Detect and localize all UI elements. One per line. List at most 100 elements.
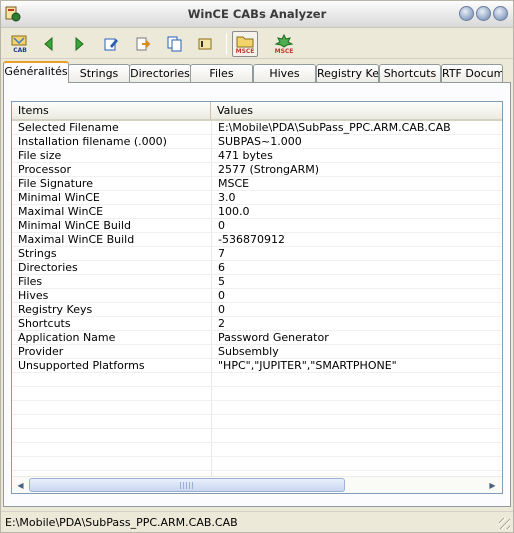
tab-panel-generalites: Items Values Selected Filename E:\Mobile\… [3,82,511,507]
forward-button[interactable] [67,32,91,56]
scrollbar-grip [180,482,194,489]
svg-text:MSCE: MSCE [236,48,255,55]
item-cell: Maximal WinCE Build [18,233,135,246]
value-cell: Password Generator [218,331,329,344]
item-cell: Installation filename (.000) [18,135,167,148]
tab-shortcuts[interactable]: Shortcuts [379,64,441,83]
column-header-items[interactable]: Items [12,102,211,121]
scroll-left-icon[interactable]: ◀ [13,478,28,493]
value-cell: 7 [218,247,225,260]
msce-run-button[interactable]: MSCE [271,32,297,56]
edit-icon [104,38,118,51]
table-row[interactable]: Application Name Password Generator [12,331,502,345]
status-text: E:\Mobile\PDA\SubPass_PPC.ARM.CAB.CAB [5,516,238,529]
value-cell: 5 [218,275,225,288]
table-row[interactable]: Directories 6 [12,261,502,275]
horizontal-scrollbar[interactable]: ◀ ▶ [12,476,502,493]
item-cell: Files [18,275,43,288]
tab-hives[interactable]: Hives [253,64,316,83]
table-row[interactable]: Registry Keys 0 [12,303,502,317]
empty-row [12,387,502,401]
table-row[interactable]: Processor 2577 (StrongARM) [12,163,502,177]
empty-row [12,443,502,457]
table-row[interactable]: Provider Subsembly [12,345,502,359]
value-cell: E:\Mobile\PDA\SubPass_PPC.ARM.CAB.CAB [218,121,451,134]
table-row[interactable]: Installation filename (.000) SUBPAS~1.000 [12,135,502,149]
tab-generalites[interactable]: Généralités [3,61,69,83]
empty-row [12,457,502,471]
tab-registry-keys[interactable]: Registry Keys [316,64,379,83]
table-row[interactable]: Files 5 [12,275,502,289]
svg-text:MSCE: MSCE [275,48,294,55]
close-button[interactable] [493,6,508,21]
item-cell: Unsupported Platforms [18,359,145,372]
table-row[interactable]: Shortcuts 2 [12,317,502,331]
table-row[interactable]: Maximal WinCE Build -536870912 [12,233,502,247]
item-cell: File size [18,149,62,162]
edit-button[interactable] [99,32,123,56]
table-row[interactable]: Maximal WinCE 100.0 [12,205,502,219]
export-icon [136,37,151,51]
maximize-button[interactable] [476,6,491,21]
title-bar[interactable]: WinCE CABs Analyzer [1,1,513,28]
tab-strip: Généralités Strings Directories Files Hi… [1,61,513,83]
export-button[interactable] [131,32,155,56]
table-row[interactable]: File Signature MSCE [12,177,502,191]
value-cell: SUBPAS~1.000 [218,135,302,148]
copy-button[interactable] [163,32,187,56]
forward-arrow-icon [75,36,84,52]
empty-row [12,401,502,415]
back-arrow-icon [44,36,53,52]
item-cell: Shortcuts [18,317,71,330]
value-cell: 2 [218,317,225,330]
msce-run-icon: MSCE [274,33,294,55]
item-cell: Provider [18,345,64,358]
item-cell: Minimal WinCE Build [18,219,131,232]
value-cell: "HPC","JUPITER","SMARTPHONE" [218,359,397,372]
table-row[interactable]: Minimal WinCE 3.0 [12,191,502,205]
msce-folder-button[interactable]: MSCE [232,31,258,57]
table-row[interactable]: Hives 0 [12,289,502,303]
table-row[interactable]: Minimal WinCE Build 0 [12,219,502,233]
tab-directories[interactable]: Directories [129,64,191,83]
value-cell: 0 [218,289,225,302]
item-cell: Registry Keys [18,303,93,316]
properties-list[interactable]: Items Values Selected Filename E:\Mobile\… [11,101,503,494]
open-cab-button[interactable]: CAB [8,32,32,56]
item-cell: Hives [18,289,49,302]
resize-grip[interactable] [499,518,510,529]
msce-folder-icon: MSCE [236,36,255,55]
back-button[interactable] [37,32,61,56]
table-row[interactable]: Strings 7 [12,247,502,261]
item-cell: Application Name [18,331,116,344]
tab-strings[interactable]: Strings [68,64,130,83]
scrollbar-thumb[interactable] [29,478,345,492]
table-row[interactable]: Selected Filename E:\Mobile\PDA\SubPass_P… [12,121,502,135]
value-cell: Subsembly [218,345,279,358]
item-cell: Selected Filename [18,121,119,134]
value-cell: 6 [218,261,225,274]
value-cell: 0 [218,219,225,232]
window-title: WinCE CABs Analyzer [187,7,327,21]
info-button[interactable] [193,32,217,56]
tab-rtf-document[interactable]: RTF Document [441,64,503,83]
table-row[interactable]: File size 471 bytes [12,149,502,163]
minimize-button[interactable] [459,6,474,21]
column-header-values[interactable]: Values [211,102,502,121]
empty-row [12,415,502,429]
item-cell: Directories [18,261,78,274]
table-row[interactable]: Unsupported Platforms "HPC","JUPITER","SM… [12,359,502,373]
empty-row [12,429,502,443]
copy-icon [167,36,182,52]
tab-files[interactable]: Files [190,64,253,83]
item-cell: File Signature [18,177,93,190]
toolbar: CAB MSCE MSCE [1,29,513,59]
list-header: Items Values [12,102,502,121]
item-cell: Minimal WinCE [18,191,100,204]
scroll-right-icon[interactable]: ▶ [485,478,500,493]
info-icon [198,38,212,50]
value-cell: MSCE [218,177,250,190]
value-cell: 3.0 [218,191,236,204]
value-cell: 2577 (StrongARM) [218,163,319,176]
item-cell: Maximal WinCE [18,205,104,218]
